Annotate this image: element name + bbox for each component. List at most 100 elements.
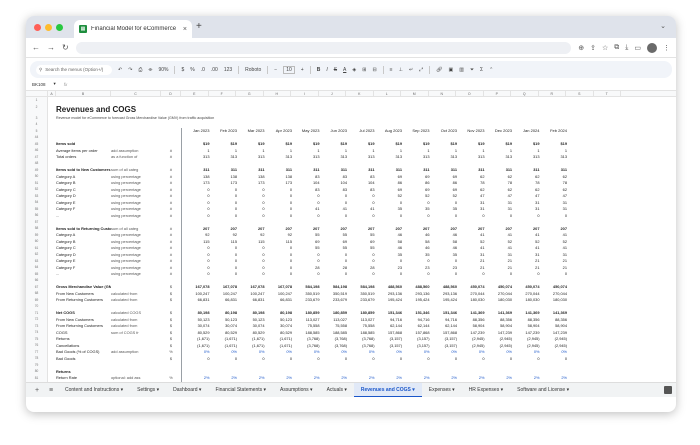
row-label[interactable]: Category D <box>56 193 111 198</box>
name-box-chevron-icon[interactable]: ▾ <box>54 81 56 87</box>
table-cell[interactable]: (3,768) <box>322 336 350 341</box>
row-unit[interactable]: # <box>161 206 181 211</box>
table-cell[interactable]: 58,904 <box>459 323 487 328</box>
table-cell[interactable]: 195,424 <box>432 297 460 302</box>
table-cell[interactable]: 0 <box>294 200 322 205</box>
table-cell[interactable]: 0 <box>432 356 460 361</box>
table-cell[interactable]: 35 <box>404 252 432 257</box>
row-label[interactable]: Net COGS <box>56 310 111 315</box>
table-cell[interactable]: 0 <box>212 245 240 250</box>
table-cell[interactable]: 450,074 <box>542 284 570 289</box>
row-note[interactable]: calculated from <box>111 291 161 296</box>
table-cell[interactable]: 233,679 <box>322 297 350 302</box>
row-note[interactable]: sum of all categ <box>111 226 161 231</box>
font-size-increase-button[interactable]: + <box>301 67 304 73</box>
table-cell[interactable]: 113,027 <box>322 317 350 322</box>
table-cell[interactable]: 0 <box>239 193 267 198</box>
table-cell[interactable]: 0 <box>212 193 240 198</box>
table-cell[interactable]: 23 <box>377 265 405 270</box>
table-cell[interactable]: 0 <box>184 245 212 250</box>
table-cell[interactable]: 0% <box>184 349 212 354</box>
row-unit[interactable]: # <box>161 271 181 276</box>
table-cell[interactable]: 104 <box>322 180 350 185</box>
table-cell[interactable]: 147,239 <box>459 330 487 335</box>
maximize-window-button[interactable] <box>56 23 63 31</box>
print-icon[interactable]: ⎙ <box>138 67 142 73</box>
font-size-input[interactable]: 10 <box>283 65 295 74</box>
table-cell[interactable]: 180,030 <box>459 297 487 302</box>
table-cell[interactable]: 350,519 <box>294 291 322 296</box>
table-cell[interactable]: 115 <box>184 239 212 244</box>
sheet-tab[interactable]: Settings ▾ <box>130 383 166 398</box>
table-cell[interactable]: 188,585 <box>322 330 350 335</box>
table-cell[interactable]: 52 <box>404 193 432 198</box>
table-cell[interactable]: 0 <box>349 252 377 257</box>
row-unit[interactable]: # <box>161 200 181 205</box>
table-cell[interactable]: 83 <box>294 187 322 192</box>
sheet-tab[interactable]: Financial Statements ▾ <box>208 383 273 398</box>
table-cell[interactable]: 115 <box>267 239 295 244</box>
table-cell[interactable]: 0 <box>404 271 432 276</box>
table-cell[interactable]: 1 <box>432 148 460 153</box>
table-cell[interactable]: 0% <box>267 349 295 354</box>
table-cell[interactable]: 313 <box>432 154 460 159</box>
table-cell[interactable]: 0% <box>349 349 377 354</box>
table-cell[interactable]: 35 <box>432 252 460 257</box>
table-cell[interactable]: 207 <box>267 226 295 231</box>
number-format-button[interactable]: 123 <box>224 67 232 73</box>
table-cell[interactable]: 41 <box>294 206 322 211</box>
table-cell[interactable]: 311 <box>294 167 322 172</box>
table-cell[interactable]: 293,136 <box>404 291 432 296</box>
undo-icon[interactable]: ↶ <box>118 67 122 73</box>
row-label[interactable]: Category D <box>56 252 111 257</box>
table-cell[interactable]: 0% <box>212 349 240 354</box>
table-cell[interactable]: 2% <box>239 375 267 380</box>
add-sheet-icon[interactable]: + <box>30 387 44 394</box>
table-cell[interactable]: 0 <box>377 356 405 361</box>
table-cell[interactable]: 41 <box>514 245 542 250</box>
insert-comment-icon[interactable]: ▣ <box>449 67 454 73</box>
table-cell[interactable]: $19 <box>377 141 405 146</box>
table-cell[interactable]: 0 <box>322 200 350 205</box>
table-cell[interactable]: 31 <box>487 200 515 205</box>
table-cell[interactable]: 313 <box>267 154 295 159</box>
table-cell[interactable]: 0 <box>267 356 295 361</box>
table-cell[interactable]: 157,868 <box>404 330 432 335</box>
close-window-button[interactable] <box>34 23 41 31</box>
table-cell[interactable]: 113,027 <box>349 317 377 322</box>
row-note[interactable]: optional: add ass <box>111 375 161 380</box>
table-cell[interactable]: 2% <box>404 375 432 380</box>
all-sheets-icon[interactable]: ≡ <box>44 387 58 394</box>
table-cell[interactable]: 58 <box>432 239 460 244</box>
table-cell[interactable]: 47 <box>487 193 515 198</box>
row-label[interactable]: ... <box>56 271 111 276</box>
row-note[interactable]: add assumption <box>111 148 161 153</box>
row-unit[interactable]: # <box>161 154 181 159</box>
row-note[interactable]: using percentage <box>111 232 161 237</box>
table-cell[interactable]: 30,074 <box>239 323 267 328</box>
table-cell[interactable]: 0 <box>459 356 487 361</box>
table-cell[interactable]: 113,027 <box>294 317 322 322</box>
table-cell[interactable]: 69 <box>404 174 432 179</box>
table-cell[interactable]: $19 <box>404 141 432 146</box>
table-cell[interactable]: 62 <box>542 187 570 192</box>
table-cell[interactable]: 167,078 <box>267 284 295 289</box>
sheet-tab[interactable]: Revenues and COGS ▾ <box>353 382 422 397</box>
table-cell[interactable]: 52 <box>459 239 487 244</box>
redo-icon[interactable]: ↷ <box>128 67 132 73</box>
table-cell[interactable]: 313 <box>377 154 405 159</box>
row-unit[interactable]: # <box>161 148 181 153</box>
insert-link-icon[interactable]: 🔗︎ <box>436 67 442 73</box>
row-note[interactable]: using percentage <box>111 245 161 250</box>
font-select[interactable]: Roboto <box>245 67 261 73</box>
table-cell[interactable]: 1 <box>322 148 350 153</box>
table-cell[interactable]: 0 <box>294 193 322 198</box>
table-cell[interactable]: 80,198 <box>239 310 267 315</box>
table-cell[interactable]: 207 <box>184 226 212 231</box>
row-note[interactable]: using percentage <box>111 252 161 257</box>
table-cell[interactable]: 46 <box>377 245 405 250</box>
table-cell[interactable]: 46 <box>404 232 432 237</box>
table-cell[interactable]: 0 <box>542 356 570 361</box>
sheet-tab[interactable]: Software and License ▾ <box>510 383 576 398</box>
table-cell[interactable]: 0 <box>184 356 212 361</box>
